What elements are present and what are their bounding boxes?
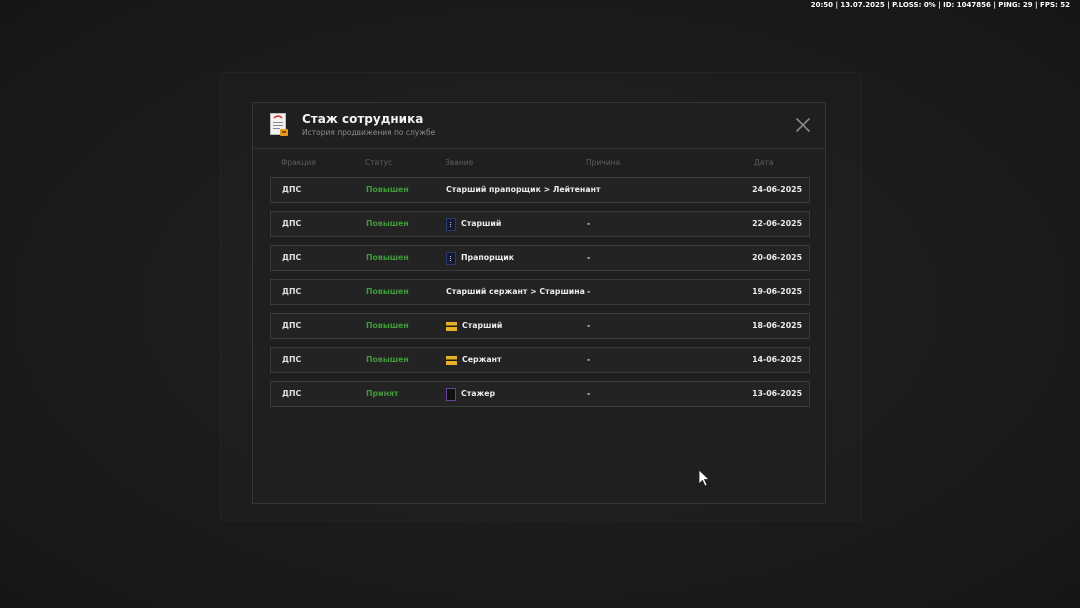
reason-cell: - [587, 287, 591, 296]
dialog-header: Стаж сотрудника История продвижения по с… [253, 103, 825, 149]
column-header-reason: Причина [586, 158, 621, 167]
column-header-faction: Фракция [281, 158, 316, 167]
faction-cell: ДПС [282, 389, 302, 398]
history-row[interactable]: ДПС Повышен Старший - 22-06-2025 [270, 211, 810, 237]
faction-cell: ДПС [282, 287, 302, 296]
dialog-title: Стаж сотрудника [302, 112, 424, 126]
faction-cell: ДПС [282, 321, 302, 330]
dialog-subtitle: История продвижения по службе [302, 128, 436, 137]
employee-tenure-dialog: Стаж сотрудника История продвижения по с… [252, 102, 826, 504]
rank-label: Старший [461, 219, 502, 228]
status-cell: Повышен [366, 287, 409, 296]
faction-cell: ДПС [282, 185, 302, 194]
rank-label: Старший [462, 321, 503, 330]
rank-label: Прапорщик [461, 253, 515, 262]
game-screen: 20:50 | 13.07.2025 | P.LOSS: 0% | ID: 10… [0, 0, 1080, 608]
rank-insignia-icon [446, 251, 456, 265]
reason-cell: - [587, 321, 591, 330]
rank-insignia-icon [446, 321, 457, 331]
faction-cell: ДПС [282, 219, 302, 228]
column-header-date: Дата [754, 158, 774, 167]
close-icon[interactable] [795, 117, 811, 133]
history-row[interactable]: ДПС Повышен Прапорщик - 20-06-2025 [270, 245, 810, 271]
date-cell: 19-06-2025 [752, 287, 802, 296]
rank-label: Старший сержант > Старшина [446, 287, 585, 296]
rank-insignia-icon [446, 217, 456, 231]
status-cell: Повышен [366, 253, 409, 262]
date-cell: 18-06-2025 [752, 321, 802, 330]
reason-cell: - [587, 389, 591, 398]
column-header-rank: Звание [445, 158, 474, 167]
rank-cell: Старший [446, 212, 501, 236]
document-icon [270, 113, 288, 136]
faction-cell: ДПС [282, 253, 302, 262]
faction-cell: ДПС [282, 355, 302, 364]
history-row[interactable]: ДПС Повышен Сержант - 14-06-2025 [270, 347, 810, 373]
rank-label: Старший прапорщик > Лейтенант [446, 185, 601, 194]
rank-cell: Старший [446, 314, 502, 338]
reason-cell: - [587, 355, 591, 364]
reason-cell: - [587, 253, 591, 262]
reason-cell: - [587, 219, 591, 228]
history-row[interactable]: ДПС Повышен Старший сержант > Старшина - 19-… [270, 279, 810, 305]
rank-cell: Прапорщик [446, 246, 514, 270]
status-cell: Повышен [366, 219, 409, 228]
rank-cell: Старший прапорщик > Лейтенант [446, 178, 600, 202]
history-row[interactable]: ДПС Повышен Старший - 18-06-2025 [270, 313, 810, 339]
hud-status-bar: 20:50 | 13.07.2025 | P.LOSS: 0% | ID: 10… [810, 1, 1070, 9]
status-cell: Повышен [366, 321, 409, 330]
reason-cell: - [587, 185, 591, 194]
rank-cell: Старший сержант > Старшина [446, 280, 585, 304]
status-cell: Повышен [366, 185, 409, 194]
rank-cell: Сержант [446, 348, 502, 372]
date-cell: 20-06-2025 [752, 253, 802, 262]
date-cell: 14-06-2025 [752, 355, 802, 364]
status-cell: Повышен [366, 355, 409, 364]
mouse-cursor-icon [698, 469, 710, 487]
rank-insignia-icon [446, 387, 456, 401]
column-header-status: Статус [365, 158, 393, 167]
date-cell: 13-06-2025 [752, 389, 802, 398]
history-row[interactable]: ДПС Повышен Старший прапорщик > Лейтенант -… [270, 177, 810, 203]
date-cell: 24-06-2025 [752, 185, 802, 194]
date-cell: 22-06-2025 [752, 219, 802, 228]
rank-insignia-icon [446, 355, 457, 365]
rank-cell: Стажер [446, 382, 495, 406]
rank-label: Сержант [462, 355, 502, 364]
status-cell: Принят [366, 389, 399, 398]
rank-label: Стажер [461, 389, 496, 398]
history-row[interactable]: ДПС Принят Стажер - 13-06-2025 [270, 381, 810, 407]
history-list: ДПС Повышен Старший прапорщик > Лейтенант -… [270, 177, 810, 415]
